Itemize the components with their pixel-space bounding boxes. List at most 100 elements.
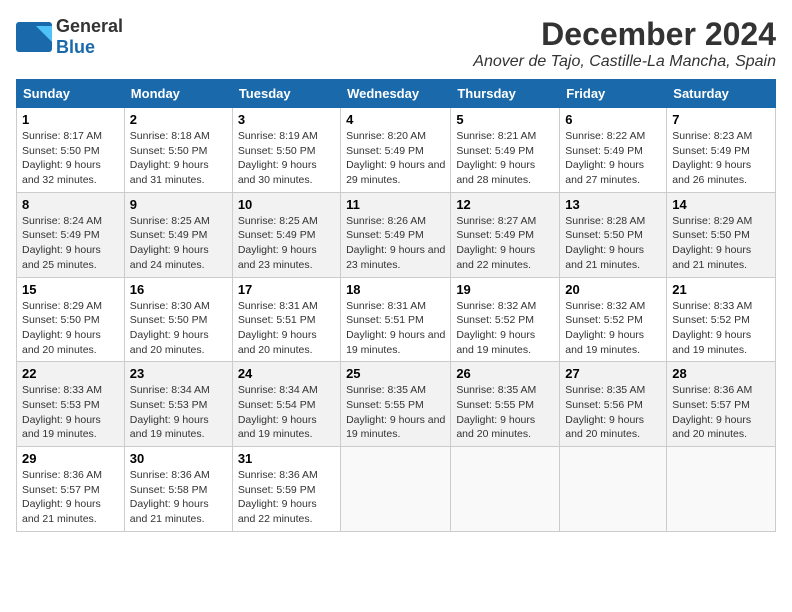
day-info: Sunrise: 8:36 AMSunset: 5:58 PMDaylight:… (130, 468, 227, 527)
day-info: Sunrise: 8:35 AMSunset: 5:56 PMDaylight:… (565, 383, 661, 442)
day-number: 29 (22, 451, 119, 466)
calendar-day-cell: 22 Sunrise: 8:33 AMSunset: 5:53 PMDayligh… (17, 362, 125, 447)
calendar-day-cell: 13Sunrise: 8:28 AMSunset: 5:50 PMDayligh… (560, 192, 667, 277)
day-number: 11 (346, 197, 445, 212)
calendar-day-cell: 14Sunrise: 8:29 AMSunset: 5:50 PMDayligh… (667, 192, 776, 277)
day-info: Sunrise: 8:27 AMSunset: 5:49 PMDaylight:… (456, 214, 554, 273)
day-number: 17 (238, 282, 335, 297)
calendar-day-cell: 5 Sunrise: 8:21 AMSunset: 5:49 PMDaylight… (451, 108, 560, 193)
calendar-day-cell: 11 Sunrise: 8:26 AMSunset: 5:49 PMDayligh… (341, 192, 451, 277)
calendar-day-cell (667, 447, 776, 532)
calendar-day-cell: 27Sunrise: 8:35 AMSunset: 5:56 PMDayligh… (560, 362, 667, 447)
logo-blue-text: Blue (56, 37, 95, 57)
day-info: Sunrise: 8:31 AMSunset: 5:51 PMDaylight:… (346, 299, 445, 358)
day-info: Sunrise: 8:21 AMSunset: 5:49 PMDaylight:… (456, 129, 554, 188)
calendar-day-cell: 2Sunrise: 8:18 AMSunset: 5:50 PMDaylight… (124, 108, 232, 193)
day-number: 30 (130, 451, 227, 466)
weekday-header-cell: Sunday (17, 80, 125, 108)
location-title: Anover de Tajo, Castille-La Mancha, Spai… (473, 53, 776, 71)
day-number: 7 (672, 112, 770, 127)
day-number: 20 (565, 282, 661, 297)
calendar-table: SundayMondayTuesdayWednesdayThursdayFrid… (16, 79, 776, 532)
day-number: 5 (456, 112, 554, 127)
day-number: 31 (238, 451, 335, 466)
calendar-day-cell: 17Sunrise: 8:31 AMSunset: 5:51 PMDayligh… (232, 277, 340, 362)
weekday-header-row: SundayMondayTuesdayWednesdayThursdayFrid… (17, 80, 776, 108)
calendar-day-cell: 19 Sunrise: 8:32 AMSunset: 5:52 PMDayligh… (451, 277, 560, 362)
day-number: 22 (22, 366, 119, 381)
calendar-body: 1Sunrise: 8:17 AMSunset: 5:50 PMDaylight… (17, 108, 776, 532)
day-number: 10 (238, 197, 335, 212)
calendar-day-cell: 24 Sunrise: 8:34 AMSunset: 5:54 PMDayligh… (232, 362, 340, 447)
day-info: Sunrise: 8:35 AMSunset: 5:55 PMDaylight:… (346, 383, 445, 442)
calendar-day-cell: 18Sunrise: 8:31 AMSunset: 5:51 PMDayligh… (341, 277, 451, 362)
day-number: 26 (456, 366, 554, 381)
calendar-day-cell (451, 447, 560, 532)
day-info: Sunrise: 8:36 AMSunset: 5:57 PMDaylight:… (672, 383, 770, 442)
calendar-week-row: 29 Sunrise: 8:36 AMSunset: 5:57 PMDayligh… (17, 447, 776, 532)
calendar-day-cell: 25Sunrise: 8:35 AMSunset: 5:55 PMDayligh… (341, 362, 451, 447)
day-info: Sunrise: 8:30 AMSunset: 5:50 PMDaylight:… (130, 299, 227, 358)
calendar-day-cell: 3 Sunrise: 8:19 AMSunset: 5:50 PMDaylight… (232, 108, 340, 193)
day-number: 24 (238, 366, 335, 381)
day-number: 21 (672, 282, 770, 297)
day-info: Sunrise: 8:22 AMSunset: 5:49 PMDaylight:… (565, 129, 661, 188)
day-info: Sunrise: 8:26 AMSunset: 5:49 PMDaylight:… (346, 214, 445, 273)
logo-general-text: General (56, 16, 123, 36)
calendar-week-row: 15 Sunrise: 8:29 AMSunset: 5:50 PMDayligh… (17, 277, 776, 362)
logo: General Blue (16, 16, 123, 58)
calendar-day-cell: 8 Sunrise: 8:24 AMSunset: 5:49 PMDaylight… (17, 192, 125, 277)
day-number: 3 (238, 112, 335, 127)
day-number: 13 (565, 197, 661, 212)
month-title: December 2024 (473, 16, 776, 53)
day-info: Sunrise: 8:33 AMSunset: 5:52 PMDaylight:… (672, 299, 770, 358)
day-info: Sunrise: 8:29 AMSunset: 5:50 PMDaylight:… (22, 299, 119, 358)
day-info: Sunrise: 8:25 AMSunset: 5:49 PMDaylight:… (238, 214, 335, 273)
weekday-header-cell: Friday (560, 80, 667, 108)
day-info: Sunrise: 8:34 AMSunset: 5:53 PMDaylight:… (130, 383, 227, 442)
weekday-header-cell: Saturday (667, 80, 776, 108)
calendar-day-cell: 15 Sunrise: 8:29 AMSunset: 5:50 PMDayligh… (17, 277, 125, 362)
calendar-day-cell: 7 Sunrise: 8:23 AMSunset: 5:49 PMDaylight… (667, 108, 776, 193)
day-info: Sunrise: 8:34 AMSunset: 5:54 PMDaylight:… (238, 383, 335, 442)
calendar-day-cell: 29 Sunrise: 8:36 AMSunset: 5:57 PMDayligh… (17, 447, 125, 532)
calendar-day-cell: 6 Sunrise: 8:22 AMSunset: 5:49 PMDaylight… (560, 108, 667, 193)
day-number: 4 (346, 112, 445, 127)
day-number: 28 (672, 366, 770, 381)
day-info: Sunrise: 8:25 AMSunset: 5:49 PMDaylight:… (130, 214, 227, 273)
calendar-day-cell: 26 Sunrise: 8:35 AMSunset: 5:55 PMDayligh… (451, 362, 560, 447)
day-number: 16 (130, 282, 227, 297)
day-info: Sunrise: 8:35 AMSunset: 5:55 PMDaylight:… (456, 383, 554, 442)
day-number: 1 (22, 112, 119, 127)
day-info: Sunrise: 8:19 AMSunset: 5:50 PMDaylight:… (238, 129, 335, 188)
day-number: 19 (456, 282, 554, 297)
logo-icon (16, 22, 52, 52)
page-header: General Blue December 2024 Anover de Taj… (16, 16, 776, 71)
day-info: Sunrise: 8:36 AMSunset: 5:57 PMDaylight:… (22, 468, 119, 527)
day-number: 6 (565, 112, 661, 127)
calendar-day-cell (560, 447, 667, 532)
day-info: Sunrise: 8:18 AMSunset: 5:50 PMDaylight:… (130, 129, 227, 188)
calendar-day-cell: 4Sunrise: 8:20 AMSunset: 5:49 PMDaylight… (341, 108, 451, 193)
day-number: 8 (22, 197, 119, 212)
day-info: Sunrise: 8:32 AMSunset: 5:52 PMDaylight:… (565, 299, 661, 358)
day-info: Sunrise: 8:23 AMSunset: 5:49 PMDaylight:… (672, 129, 770, 188)
day-number: 23 (130, 366, 227, 381)
calendar-day-cell: 16 Sunrise: 8:30 AMSunset: 5:50 PMDayligh… (124, 277, 232, 362)
calendar-day-cell: 23 Sunrise: 8:34 AMSunset: 5:53 PMDayligh… (124, 362, 232, 447)
day-info: Sunrise: 8:32 AMSunset: 5:52 PMDaylight:… (456, 299, 554, 358)
calendar-day-cell: 20 Sunrise: 8:32 AMSunset: 5:52 PMDayligh… (560, 277, 667, 362)
day-info: Sunrise: 8:24 AMSunset: 5:49 PMDaylight:… (22, 214, 119, 273)
title-block: December 2024 Anover de Tajo, Castille-L… (473, 16, 776, 71)
calendar-day-cell: 21 Sunrise: 8:33 AMSunset: 5:52 PMDayligh… (667, 277, 776, 362)
calendar-day-cell: 31 Sunrise: 8:36 AMSunset: 5:59 PMDayligh… (232, 447, 340, 532)
day-number: 15 (22, 282, 119, 297)
calendar-day-cell: 9Sunrise: 8:25 AMSunset: 5:49 PMDaylight… (124, 192, 232, 277)
calendar-week-row: 8 Sunrise: 8:24 AMSunset: 5:49 PMDaylight… (17, 192, 776, 277)
calendar-day-cell: 30 Sunrise: 8:36 AMSunset: 5:58 PMDayligh… (124, 447, 232, 532)
weekday-header-cell: Thursday (451, 80, 560, 108)
day-info: Sunrise: 8:33 AMSunset: 5:53 PMDaylight:… (22, 383, 119, 442)
calendar-day-cell: 28 Sunrise: 8:36 AMSunset: 5:57 PMDayligh… (667, 362, 776, 447)
day-info: Sunrise: 8:36 AMSunset: 5:59 PMDaylight:… (238, 468, 335, 527)
day-number: 12 (456, 197, 554, 212)
